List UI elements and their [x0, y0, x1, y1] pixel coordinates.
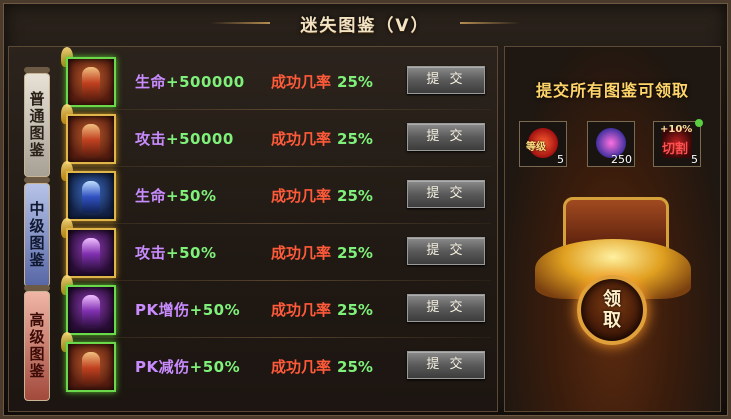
collection-row: 生命+50% 成功几率 25% 提 交 [9, 161, 499, 224]
reward-slot[interactable]: +10% 切割 5 [653, 119, 703, 167]
rate-value: 25% [337, 73, 373, 91]
submit-button[interactable]: 提 交 [407, 351, 485, 379]
hero-card-icon[interactable] [66, 228, 116, 278]
rate-label: 成功几率 [271, 244, 332, 262]
notice-dot-icon [695, 119, 703, 127]
rate-value: 25% [337, 244, 373, 262]
hero-figure-icon [82, 124, 100, 156]
hero-figure-icon [82, 181, 100, 213]
attribute-bonus: 生命+500000 [135, 71, 245, 92]
collection-list-panel: 普 通 图 鉴 中 级 图 鉴 高 级 图 鉴 生命+500000 成功几率 25… [8, 46, 498, 412]
rate-value: 25% [337, 358, 373, 376]
submit-button[interactable]: 提 交 [407, 123, 485, 151]
rate-label: 成功几率 [271, 301, 332, 319]
hero-card-icon[interactable] [66, 285, 116, 335]
rate-label: 成功几率 [271, 358, 332, 376]
attribute-name: 攻击 [135, 130, 167, 148]
attribute-name: 攻击 [135, 244, 167, 262]
hero-card-icon[interactable] [66, 342, 116, 392]
collection-row: PK减伤+50% 成功几率 25% 提 交 [9, 332, 499, 395]
attribute-bonus: 攻击+50000 [135, 128, 234, 149]
claim-char: 取 [603, 310, 621, 331]
reward-count: 250 [611, 153, 632, 166]
submit-button[interactable]: 提 交 [407, 66, 485, 94]
rate-label: 成功几率 [271, 130, 332, 148]
hero-figure-icon [82, 67, 100, 99]
submit-button[interactable]: 提 交 [407, 180, 485, 208]
title-bar: 迷失图鉴（V） [210, 8, 490, 38]
reward-slot[interactable]: 250 [587, 121, 635, 167]
submit-button[interactable]: 提 交 [407, 237, 485, 265]
collection-row: 攻击+50000 成功几率 25% 提 交 [9, 104, 499, 167]
success-rate: 成功几率 25% [271, 356, 373, 377]
hero-card-icon[interactable] [66, 171, 116, 221]
claim-button[interactable]: 领 取 [577, 275, 647, 345]
claim-char: 领 [603, 289, 621, 310]
collection-row: 生命+500000 成功几率 25% 提 交 [9, 47, 499, 110]
attribute-value: +50% [189, 301, 241, 319]
hero-figure-icon [82, 352, 100, 384]
success-rate: 成功几率 25% [271, 185, 373, 206]
reward-count: 5 [557, 153, 564, 166]
hero-figure-icon [82, 238, 100, 270]
attribute-value: +50% [189, 358, 241, 376]
hero-card-icon[interactable] [66, 57, 116, 107]
success-rate: 成功几率 25% [271, 242, 373, 263]
rate-value: 25% [337, 130, 373, 148]
reward-panel: 提交所有图鉴可领取 等级 5 250 +10% 切割 5 领 取 [504, 46, 721, 412]
attribute-value: +50% [166, 187, 217, 205]
page-title: 迷失图鉴（V） [300, 15, 430, 36]
reward-panel-title: 提交所有图鉴可领取 [535, 81, 689, 100]
success-rate: 成功几率 25% [271, 71, 373, 92]
reward-label: 切割 [662, 142, 689, 157]
submit-button[interactable]: 提 交 [407, 294, 485, 322]
attribute-name: 生命 [135, 73, 167, 91]
attribute-bonus: 生命+50% [135, 185, 217, 206]
attribute-name: PK增伤 [135, 301, 190, 319]
attribute-bonus: 攻击+50% [135, 242, 217, 263]
reward-count: 5 [691, 153, 698, 166]
rate-value: 25% [337, 187, 373, 205]
attribute-bonus: PK增伤+50% [135, 299, 240, 320]
reward-bonus: +10% [660, 124, 693, 135]
attribute-name: PK减伤 [135, 358, 190, 376]
success-rate: 成功几率 25% [271, 299, 373, 320]
reward-tag: 等级 [526, 142, 546, 153]
attribute-value: +50000 [166, 130, 234, 148]
collection-row: 攻击+50% 成功几率 25% 提 交 [9, 218, 499, 281]
attribute-name: 生命 [135, 187, 167, 205]
reward-slot[interactable]: 等级 5 [519, 121, 567, 167]
rate-label: 成功几率 [271, 187, 332, 205]
success-rate: 成功几率 25% [271, 128, 373, 149]
collection-row: PK增伤+50% 成功几率 25% 提 交 [9, 275, 499, 338]
attribute-value: +50% [166, 244, 217, 262]
rate-label: 成功几率 [271, 73, 332, 91]
attribute-value: +500000 [166, 73, 245, 91]
rate-value: 25% [337, 301, 373, 319]
attribute-bonus: PK减伤+50% [135, 356, 240, 377]
hero-figure-icon [82, 295, 100, 327]
hero-card-icon[interactable] [66, 114, 116, 164]
